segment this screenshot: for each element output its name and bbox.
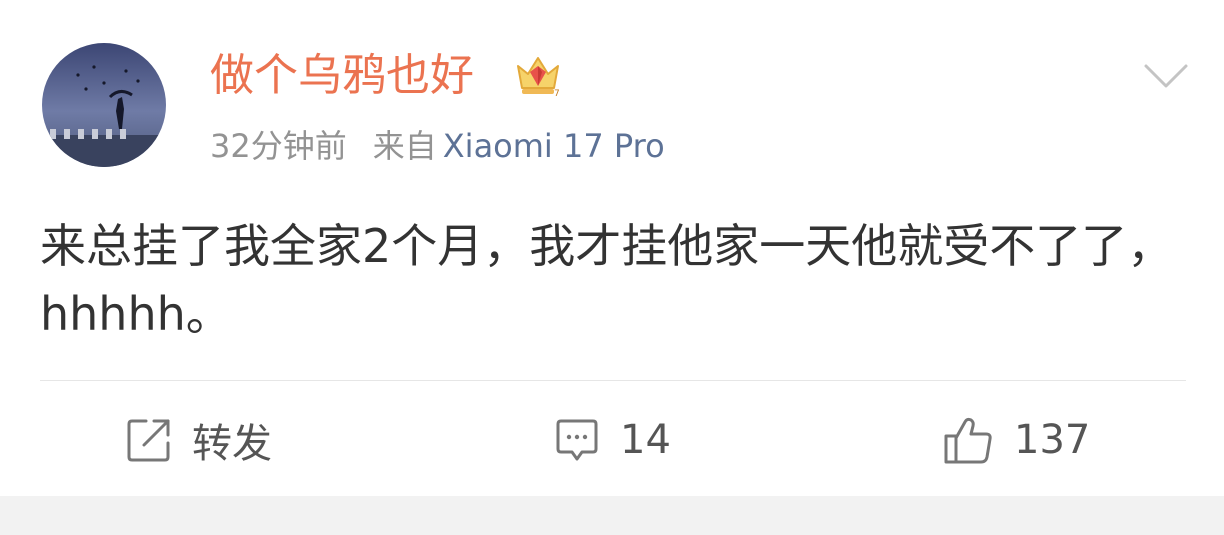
share-icon	[124, 415, 174, 465]
comment-button[interactable]: 14	[552, 410, 671, 470]
chevron-down-icon[interactable]	[1140, 56, 1192, 96]
repost-button[interactable]: 转发	[124, 410, 272, 470]
username[interactable]: 做个乌鸦也好	[210, 46, 474, 106]
post-text: 来总挂了我全家2个月，我才挂他家一天他就受不了了，hhhhh。	[40, 219, 1174, 341]
svg-text:7: 7	[554, 89, 560, 98]
repost-label: 转发	[192, 421, 272, 467]
post-card: 做个乌鸦也好 7 32分钟前 来自 Xiaomi 17 Pro 来总挂了我全家2个月…	[0, 0, 1224, 496]
avatar[interactable]	[42, 43, 166, 167]
like-count: 137	[1014, 417, 1091, 463]
crown-icon: 7	[514, 52, 562, 99]
post-time: 32分钟前	[210, 127, 347, 165]
like-button[interactable]: 137	[942, 410, 1090, 470]
comment-count: 14	[620, 417, 671, 463]
divider	[40, 380, 1186, 381]
thumbs-up-icon	[942, 414, 996, 466]
source-label: 来自	[372, 127, 437, 165]
device-link[interactable]: Xiaomi 17 Pro	[443, 127, 665, 165]
post-meta: 32分钟前 来自 Xiaomi 17 Pro	[210, 124, 665, 168]
comment-icon	[552, 415, 602, 465]
